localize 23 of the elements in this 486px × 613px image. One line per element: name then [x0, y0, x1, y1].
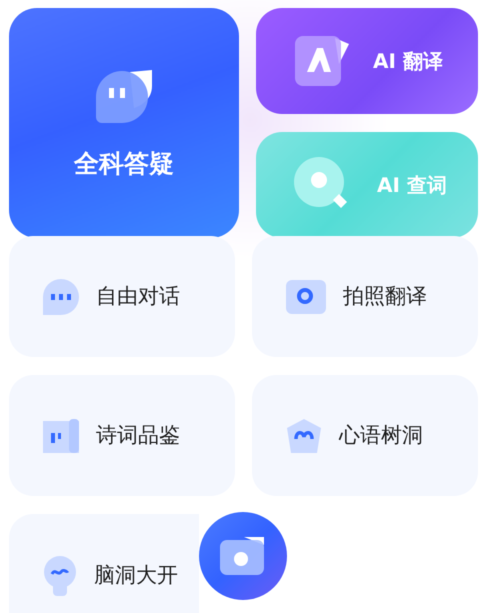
feature-title: AI 翻译	[373, 48, 443, 75]
tile-label: 脑洞大开	[94, 562, 178, 589]
lightbulb-icon	[43, 556, 77, 596]
feature-tile[interactable]: 心语树洞	[252, 375, 478, 496]
feature-title: AI 查词	[377, 172, 447, 199]
smile-shield-icon	[286, 418, 322, 452]
chat-bubble-icon	[43, 278, 79, 314]
featured-card[interactable]: 全科答疑	[9, 8, 239, 238]
chat-bubble-icon	[96, 70, 152, 124]
tile-label: 拍照翻译	[343, 282, 427, 310]
tile-label: 心语树洞	[339, 422, 423, 449]
feature-tile[interactable]: 自由对话	[9, 236, 235, 357]
camera-icon	[220, 537, 266, 575]
tile-label: 诗词品鉴	[96, 422, 180, 449]
feature-tile[interactable]: 脑洞大开	[9, 514, 199, 613]
letter-card-icon	[293, 34, 351, 88]
feature-tile[interactable]: 诗词品鉴	[9, 375, 235, 496]
feature-tile[interactable]: 拍照翻译	[252, 236, 478, 357]
featured-title: 全科答疑	[74, 148, 174, 180]
camera-icon	[286, 280, 326, 314]
feature-card[interactable]: AI 翻译	[256, 8, 478, 114]
scroll-icon	[43, 418, 79, 452]
tile-label: 自由对话	[96, 282, 180, 310]
